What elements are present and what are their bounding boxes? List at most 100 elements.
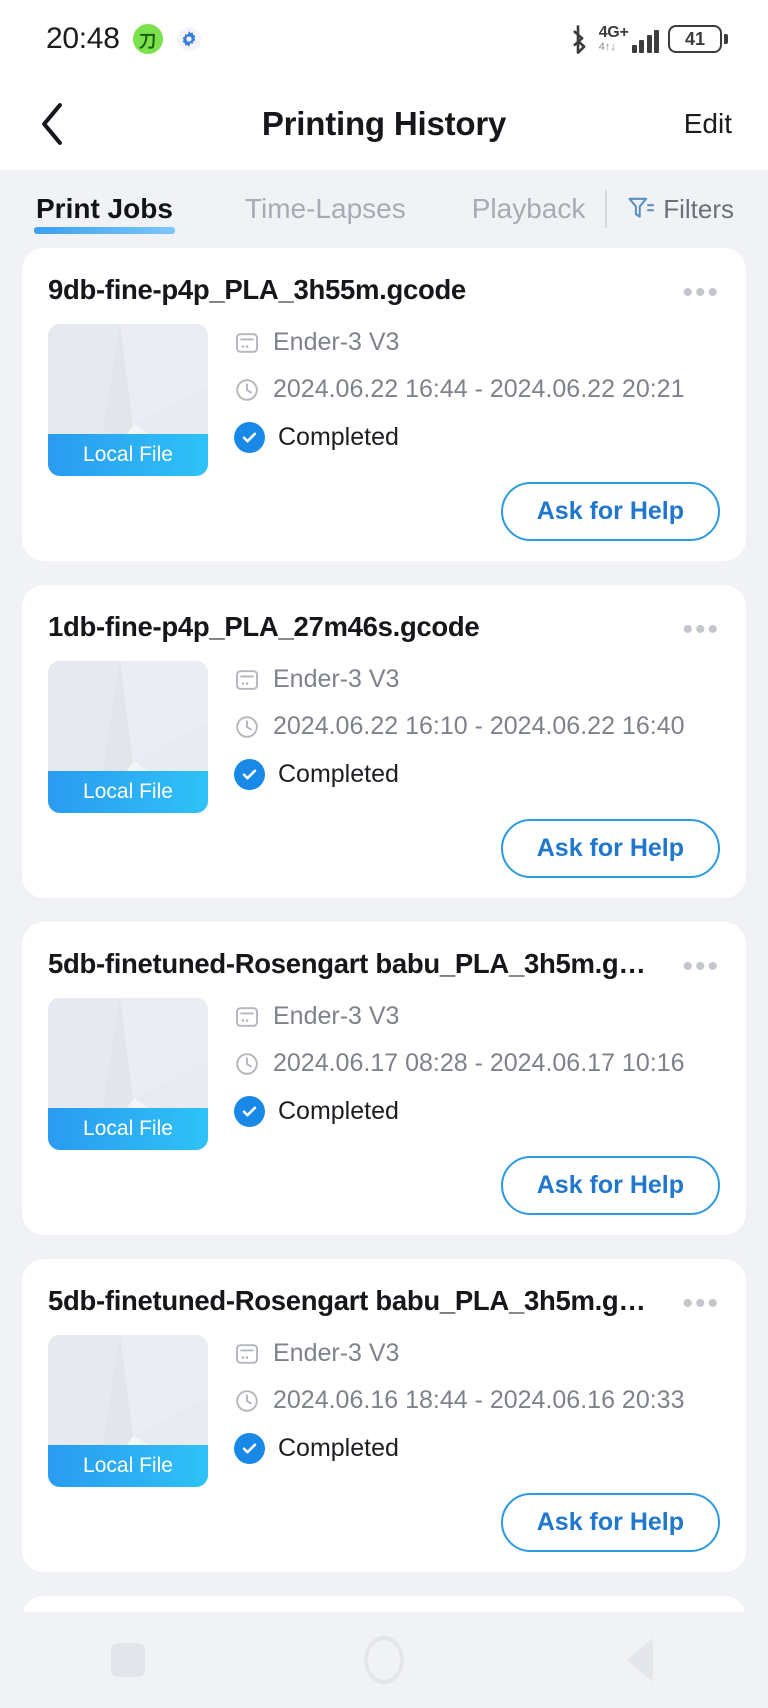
status-time: 20:48 <box>46 22 120 55</box>
model-thumbnail[interactable]: Local File <box>48 1335 208 1487</box>
job-title: 9db-fine-p4p_PLA_3h55m.gcode <box>48 274 466 305</box>
printer-icon <box>236 1343 258 1364</box>
ask-for-help-button[interactable]: Ask for Help <box>500 819 720 878</box>
job-meta: Ender-3 V3 2024.06.22 16:44 - 2024.06.22… <box>234 324 720 476</box>
circle-home-icon <box>364 1636 404 1684</box>
square-recents-icon <box>111 1643 145 1677</box>
more-horizontal-icon[interactable]: ••• <box>682 1285 720 1319</box>
ask-for-help-button[interactable]: Ask for Help <box>500 1156 720 1215</box>
job-card-footer: Ask for Help <box>48 482 720 541</box>
filters-label: Filters <box>663 193 734 224</box>
home-button[interactable] <box>324 1630 444 1690</box>
clock-icon <box>236 1052 258 1075</box>
job-card-footer: Ask for Help <box>48 1156 720 1215</box>
filters-button[interactable]: Filters <box>627 194 746 225</box>
more-horizontal-icon[interactable]: ••• <box>682 611 720 645</box>
source-badge: Local File <box>48 1108 208 1150</box>
signal-bars-icon <box>631 29 659 53</box>
job-card-body: Local File Ender-3 V3 <box>48 324 720 476</box>
back-button[interactable] <box>30 102 74 146</box>
bluetooth-icon <box>566 24 590 54</box>
funnel-icon <box>628 197 655 218</box>
job-card-body: Local File Ender-3 V3 <box>48 661 720 813</box>
job-status: Completed <box>278 423 399 451</box>
ask-for-help-button[interactable]: Ask for Help <box>500 1493 720 1552</box>
nav-back-button[interactable] <box>580 1630 700 1690</box>
check-circle-icon <box>234 422 265 453</box>
check-circle-icon <box>234 759 265 790</box>
job-card-header: 5db-finetuned-Rosengart babu_PLA_3h5m.g…… <box>48 948 720 982</box>
recents-button[interactable] <box>68 1630 188 1690</box>
status-row: Completed <box>234 422 720 453</box>
time-row: 2024.06.22 16:10 - 2024.06.22 16:40 <box>234 712 720 741</box>
printer-row: Ender-3 V3 <box>234 1339 720 1368</box>
job-title: 1db-fine-p4p_PLA_27m46s.gcode <box>48 611 480 642</box>
source-badge: Local File <box>48 434 208 476</box>
ask-for-help-button[interactable]: Ask for Help <box>500 482 720 541</box>
model-thumbnail[interactable]: Local File <box>48 661 208 813</box>
clock-icon <box>236 378 258 401</box>
status-bar: 20:48 刀 4G+ 4↑↓ 41 <box>0 0 768 78</box>
job-card-footer: Ask for Help <box>48 819 720 878</box>
status-bar-left: 20:48 刀 <box>46 22 202 56</box>
job-status: Completed <box>278 760 399 788</box>
job-title: 5db-finetuned-Rosengart babu_PLA_3h5m.g… <box>48 948 646 979</box>
battery-indicator: 41 <box>668 25 728 53</box>
battery-tip <box>724 34 728 44</box>
job-card-body: Local File Ender-3 V3 <box>48 1335 720 1487</box>
printer-row: Ender-3 V3 <box>234 665 720 694</box>
job-card-header: 1db-fine-p4p_PLA_27m46s.gcode ••• <box>48 611 720 645</box>
job-meta: Ender-3 V3 2024.06.22 16:10 - 2024.06.22… <box>234 661 720 813</box>
tab-print-jobs[interactable]: Print Jobs <box>34 193 175 234</box>
job-card[interactable]: 5db-finetuned-Rosengart babu_PLA_3h5m.g…… <box>22 1259 746 1572</box>
printer-name: Ender-3 V3 <box>273 328 400 356</box>
battery-level-label: 41 <box>684 28 706 49</box>
app-header: Printing History Edit <box>0 78 768 170</box>
printer-row: Ender-3 V3 <box>234 328 720 357</box>
job-card-header: 5db-finetuned-Rosengart babu_PLA_3h5m.g…… <box>48 1285 720 1319</box>
printer-icon <box>236 332 258 353</box>
job-card[interactable]: 9db-fine-p4p_PLA_3h55m.gcode ••• Local F… <box>22 248 746 561</box>
tab-playback[interactable]: Playback <box>472 193 586 225</box>
job-meta: Ender-3 V3 2024.06.16 18:44 - 2024.06.16… <box>234 1335 720 1487</box>
network-indicator: 4G+ 4↑↓ <box>599 25 659 53</box>
printer-name: Ender-3 V3 <box>273 665 400 693</box>
tab-time-lapses[interactable]: Time-Lapses <box>245 193 406 225</box>
source-badge: Local File <box>48 1445 208 1487</box>
time-row: 2024.06.16 18:44 - 2024.06.16 20:33 <box>234 1386 720 1415</box>
status-row: Completed <box>234 1096 720 1127</box>
job-card[interactable]: 5db-finetuned-Rosengart babu_PLA_3h5m.g…… <box>22 922 746 1235</box>
job-card-body: Local File Ender-3 V3 <box>48 998 720 1150</box>
clock-icon <box>236 1389 258 1412</box>
model-thumbnail[interactable]: Local File <box>48 998 208 1150</box>
system-nav-bar <box>0 1612 768 1708</box>
status-row: Completed <box>234 1433 720 1464</box>
gear-icon <box>176 26 202 52</box>
job-time-range: 2024.06.22 16:10 - 2024.06.22 16:40 <box>273 712 685 740</box>
chevron-left-icon <box>42 103 62 145</box>
printer-name: Ender-3 V3 <box>273 1339 400 1367</box>
job-status: Completed <box>278 1434 399 1462</box>
more-horizontal-icon[interactable]: ••• <box>682 274 720 308</box>
model-thumbnail[interactable]: Local File <box>48 324 208 476</box>
network-type-label: 4G+ <box>598 24 629 41</box>
job-time-range: 2024.06.16 18:44 - 2024.06.16 20:33 <box>273 1386 685 1414</box>
job-card[interactable]: 1db-fine-p4p_PLA_27m46s.gcode ••• Local … <box>22 585 746 898</box>
time-row: 2024.06.17 08:28 - 2024.06.17 10:16 <box>234 1049 720 1078</box>
clock-icon <box>236 715 258 738</box>
page-title: Printing History <box>261 105 507 142</box>
more-horizontal-icon[interactable]: ••• <box>682 948 720 982</box>
job-status: Completed <box>278 1097 399 1125</box>
network-sub-label: 4↑↓ <box>598 41 616 53</box>
source-badge: Local File <box>48 771 208 813</box>
status-row: Completed <box>234 759 720 790</box>
job-meta: Ender-3 V3 2024.06.17 08:28 - 2024.06.17… <box>234 998 720 1150</box>
printer-name: Ender-3 V3 <box>273 1002 400 1030</box>
edit-button[interactable]: Edit <box>684 108 732 140</box>
job-card-footer: Ask for Help <box>48 1493 720 1552</box>
job-time-range: 2024.06.17 08:28 - 2024.06.17 10:16 <box>273 1049 685 1077</box>
green-badge-icon: 刀 <box>132 24 163 54</box>
job-card-header: 9db-fine-p4p_PLA_3h55m.gcode ••• <box>48 274 720 308</box>
job-title: 5db-finetuned-Rosengart babu_PLA_3h5m.g… <box>48 1285 646 1316</box>
printer-row: Ender-3 V3 <box>234 1002 720 1031</box>
